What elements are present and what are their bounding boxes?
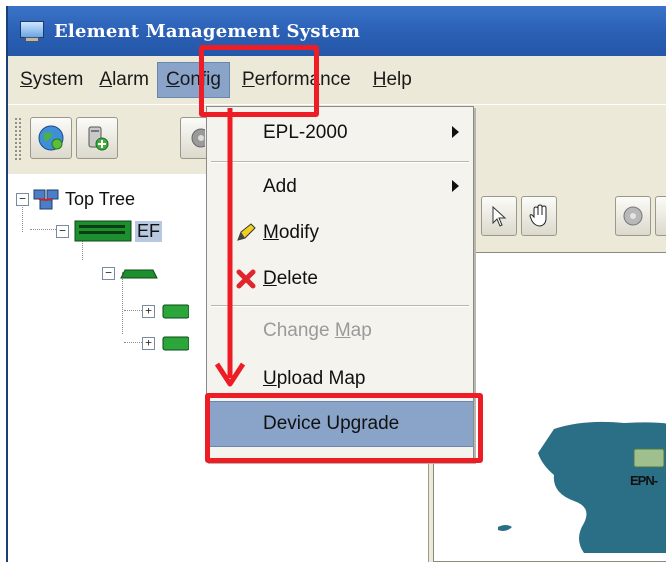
menu-bar: System Alarm Config Performance Help [8,56,666,104]
tree-node-card-2[interactable]: + [142,330,189,356]
highlight-config-menu [199,45,319,117]
map-tool-button-2[interactable] [655,196,666,236]
window-title: Element Management System [54,20,361,42]
tree-node-epl[interactable]: − EF [56,218,163,244]
device-icon [120,269,158,279]
submenu-arrow-icon [452,126,459,138]
card-icon [162,304,189,319]
menu-help[interactable]: Help [365,63,420,97]
tree-child-label: EF [135,220,163,242]
collapse-icon[interactable]: − [102,266,115,280]
map-device-label: EPN- [630,473,658,488]
card-icon [162,336,189,351]
collapse-icon[interactable]: − [56,224,69,238]
server-add-icon [88,126,109,151]
title-bar[interactable]: Element Management System [8,6,666,56]
expand-icon[interactable]: + [142,304,155,318]
gear-icon [191,128,205,148]
tree-node-device[interactable]: − [102,260,159,286]
device-add-button[interactable] [76,117,118,159]
chassis-icon [74,220,132,242]
hand-icon [529,204,547,227]
expand-icon[interactable]: + [142,336,155,350]
toolbar-grip[interactable] [14,117,22,161]
menu-alarm[interactable]: Alarm [91,63,157,97]
down-arrow-icon [214,108,246,387]
globe-icon [38,125,64,151]
settings-button[interactable] [180,117,209,159]
menu-system[interactable]: System [12,63,91,97]
gear-icon [623,206,643,226]
tree-node-top[interactable]: − Top Tree [16,186,135,212]
globe-button[interactable] [30,117,72,159]
monitor-icon [18,21,44,42]
tree-node-card-1[interactable]: + [142,298,189,324]
pointer-icon [492,205,507,227]
submenu-arrow-icon [452,180,459,192]
network-icon [33,189,59,210]
collapse-icon[interactable]: − [16,192,29,206]
tree-root-label: Top Tree [65,188,136,209]
pan-tool-button[interactable] [521,196,557,236]
select-tool-button[interactable] [481,196,517,236]
map-tool-button[interactable] [615,196,651,236]
